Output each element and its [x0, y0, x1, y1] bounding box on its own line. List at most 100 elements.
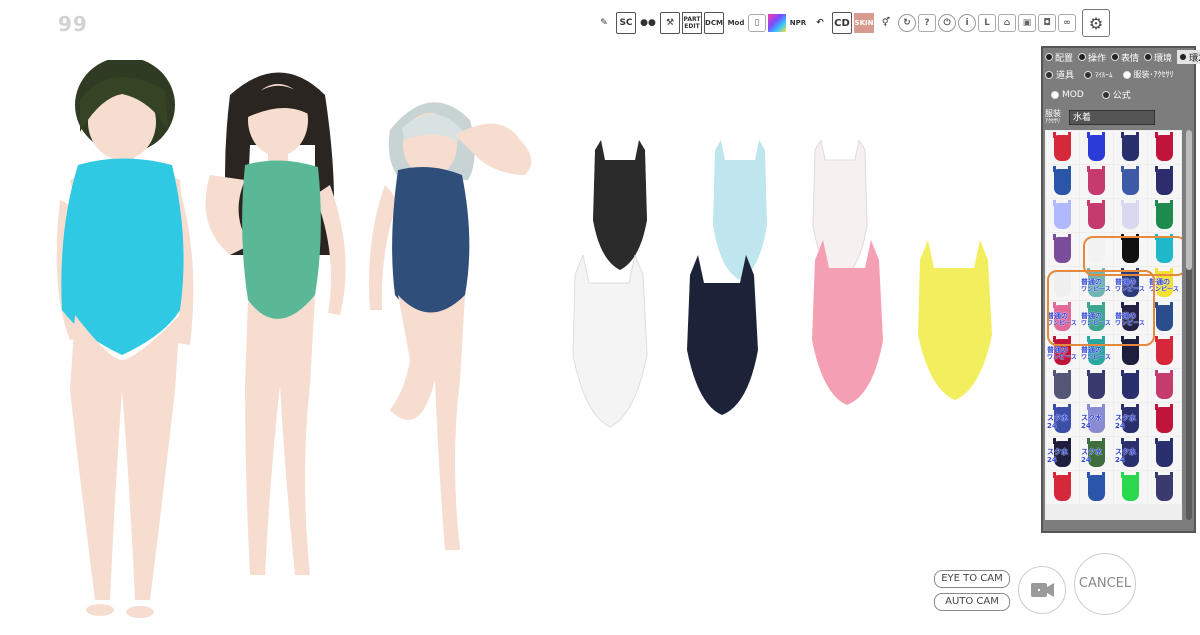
item-thumbnail[interactable] — [1148, 369, 1181, 402]
item-thumbnail[interactable] — [1114, 369, 1147, 402]
camera-icon[interactable]: ◘ — [1038, 14, 1056, 32]
undo-icon[interactable]: ↶ — [810, 12, 830, 34]
item-thumbnail[interactable] — [1148, 471, 1181, 504]
pose-icon[interactable]: ✎ — [594, 12, 614, 34]
item-thumbnail[interactable]: スク水 24 — [1080, 437, 1113, 470]
cd-button[interactable]: CD — [832, 12, 852, 34]
skin-button[interactable]: SKIN — [854, 13, 874, 33]
info-icon[interactable]: i — [958, 14, 976, 32]
item-thumbnail[interactable] — [1080, 131, 1113, 164]
item-thumbnail[interactable]: 普通の ワンピース — [1114, 301, 1147, 334]
grid-scrollbar[interactable] — [1186, 130, 1192, 520]
wrench-icon[interactable]: ⚒ — [660, 12, 680, 34]
settings-button[interactable]: ⚙ — [1082, 9, 1110, 37]
item-thumbnail[interactable]: 普通の ワンピース — [1080, 267, 1113, 300]
item-thumbnail[interactable]: スク水 24 — [1046, 437, 1079, 470]
swimsuit-polka-navy[interactable] — [680, 255, 765, 420]
gear-icon: ⚙ — [1088, 13, 1104, 33]
item-thumbnail[interactable] — [1148, 335, 1181, 368]
item-thumbnail[interactable] — [1114, 233, 1147, 266]
item-thumbnail[interactable]: スク水 24 — [1046, 403, 1079, 436]
swimsuit-pink[interactable] — [805, 240, 890, 410]
strap-shape — [1121, 438, 1124, 444]
l-button[interactable]: L — [978, 14, 996, 32]
swimsuit-white[interactable] — [565, 255, 655, 430]
swimsuit-thumbnail-icon — [1122, 203, 1139, 229]
strap-shape — [1102, 166, 1105, 172]
tab-expression[interactable]: 表情 — [1111, 50, 1139, 64]
item-thumbnail[interactable] — [1148, 131, 1181, 164]
add-camera-button[interactable] — [1018, 566, 1066, 614]
3d-viewport[interactable]: 99 EYE TO CAM AUTO CAM CANCEL — [0, 0, 1136, 634]
tab-placement[interactable]: 配置 — [1045, 50, 1073, 64]
item-thumbnail[interactable] — [1080, 233, 1113, 266]
item-thumbnail[interactable] — [1046, 131, 1079, 164]
item-thumbnail[interactable] — [1148, 165, 1181, 198]
item-thumbnail[interactable] — [1114, 335, 1147, 368]
item-thumbnail[interactable] — [1046, 199, 1079, 232]
item-thumbnail[interactable] — [1114, 165, 1147, 198]
item-thumbnail[interactable] — [1148, 403, 1181, 436]
item-thumbnail[interactable] — [1148, 233, 1181, 266]
item-thumbnail[interactable] — [1046, 165, 1079, 198]
mod-button[interactable]: Mod — [726, 12, 746, 34]
character-model-3[interactable] — [350, 80, 550, 560]
item-thumbnail[interactable] — [1114, 199, 1147, 232]
item-thumbnail[interactable] — [1114, 471, 1147, 504]
item-grid[interactable]: 普通の ワンピース 普通の ワンピース 普通の ワンピース 普通の ワンピース 普通の ワンピース… — [1045, 130, 1182, 520]
item-thumbnail[interactable] — [1114, 131, 1147, 164]
tab-operation[interactable]: 操作 — [1078, 50, 1106, 64]
sub-tab-clothing[interactable]: 服装･ｱｸｾｻﾘ — [1122, 68, 1174, 81]
item-thumbnail[interactable] — [1046, 267, 1079, 300]
color-icon[interactable] — [768, 14, 786, 32]
swimsuit-thumbnail-icon — [1156, 373, 1173, 399]
item-thumbnail[interactable] — [1148, 437, 1181, 470]
item-thumbnail[interactable] — [1046, 471, 1079, 504]
auto-cam-button[interactable]: AUTO CAM — [934, 593, 1010, 611]
item-thumbnail[interactable] — [1080, 471, 1113, 504]
scroll-thumb[interactable] — [1186, 130, 1192, 270]
item-thumbnail[interactable] — [1148, 301, 1181, 334]
dcm-button[interactable]: DCM — [704, 12, 724, 34]
item-thumbnail[interactable]: 普通の ワンピース — [1046, 301, 1079, 334]
swimsuit-yellow[interactable] — [910, 240, 1000, 405]
item-thumbnail[interactable] — [1080, 199, 1113, 232]
source-mod[interactable]: MOD — [1051, 88, 1084, 101]
item-thumbnail[interactable]: スク水 24 — [1114, 403, 1147, 436]
strap-shape — [1102, 132, 1105, 138]
tab-environment-2[interactable]: 環2 — [1177, 50, 1200, 64]
sub-tab-props[interactable]: 道具 — [1045, 68, 1074, 81]
help-icon[interactable]: ? — [918, 14, 936, 32]
sub-tab-my-room[interactable]: ﾏｲﾙｰﾑ — [1084, 68, 1113, 81]
item-thumbnail[interactable]: 普通の ワンピース — [1114, 267, 1147, 300]
item-thumbnail[interactable] — [1080, 165, 1113, 198]
strap-shape — [1068, 268, 1071, 274]
npr-button[interactable]: NPR — [788, 12, 808, 34]
save-icon[interactable]: ▣ — [1018, 14, 1036, 32]
eye-to-cam-button[interactable]: EYE TO CAM — [934, 570, 1010, 588]
source-official[interactable]: 公式 — [1101, 88, 1131, 101]
link-icon[interactable]: ∞ — [1058, 14, 1076, 32]
basket-icon[interactable]: ⌂ — [998, 14, 1016, 32]
character-model-2[interactable] — [190, 55, 370, 590]
item-thumbnail[interactable] — [1080, 369, 1113, 402]
item-thumbnail[interactable]: 普通の ワンピース — [1080, 301, 1113, 334]
item-thumbnail[interactable] — [1046, 369, 1079, 402]
phone-icon[interactable]: ▯ — [748, 14, 766, 32]
item-thumbnail[interactable]: 普通の ワンピース — [1080, 335, 1113, 368]
item-thumbnail[interactable]: 普通の ワンピース — [1148, 267, 1181, 300]
cancel-button[interactable]: CANCEL — [1074, 553, 1136, 615]
item-thumbnail[interactable]: スク水 24 — [1080, 403, 1113, 436]
sc-button[interactable]: SC — [616, 12, 636, 34]
power-icon[interactable]: ⏻ — [938, 14, 956, 32]
item-thumbnail[interactable]: 普通の ワンピース — [1046, 335, 1079, 368]
tab-environment[interactable]: 環境 — [1144, 50, 1172, 64]
item-thumbnail[interactable] — [1148, 199, 1181, 232]
face-icon[interactable]: ●● — [638, 12, 658, 34]
item-thumbnail[interactable]: スク水 24 — [1114, 437, 1147, 470]
gender-icon[interactable]: ⚥ — [876, 12, 896, 34]
refresh-icon[interactable]: ↻ — [898, 14, 916, 32]
category-select[interactable]: 水着 — [1069, 110, 1155, 125]
item-thumbnail[interactable] — [1046, 233, 1079, 266]
part-edit-button[interactable]: PART EDIT — [682, 12, 702, 34]
